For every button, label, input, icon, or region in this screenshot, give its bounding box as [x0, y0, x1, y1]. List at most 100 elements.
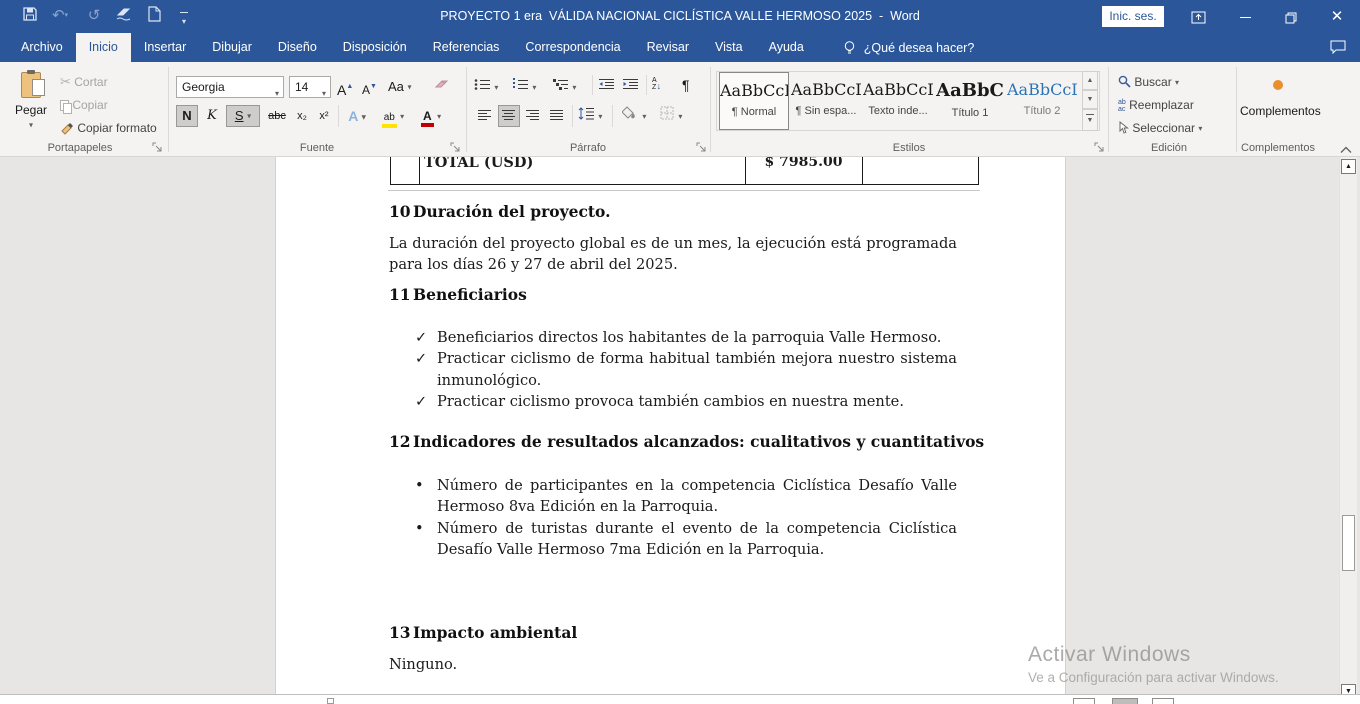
- scroll-up-icon: ▲: [1345, 163, 1352, 170]
- bold-button[interactable]: N: [176, 105, 198, 127]
- style-sin-espaciado[interactable]: AaBbCcD¶ Sin espa...: [791, 72, 861, 130]
- numbering-button[interactable]: ▾: [512, 77, 536, 97]
- scrollbar-thumb[interactable]: [1342, 515, 1355, 571]
- align-right-button[interactable]: [522, 105, 544, 127]
- font-name-combo[interactable]: Georgia▾: [176, 76, 284, 98]
- styles-scroll-down-button[interactable]: ▼: [1082, 90, 1098, 109]
- group-divider: [1108, 67, 1109, 152]
- clear-formatting-button[interactable]: [434, 76, 451, 96]
- text-effects-button[interactable]: A ▾: [344, 105, 370, 127]
- copy-button[interactable]: Copiar: [60, 95, 108, 115]
- italic-button[interactable]: K: [202, 105, 222, 127]
- style-titulo-1[interactable]: AaBbCTítulo 1: [935, 72, 1005, 130]
- ribbon-display-options-button[interactable]: [1175, 0, 1221, 33]
- cut-button[interactable]: ✂ Cortar: [60, 72, 108, 92]
- shading-button[interactable]: ▾: [622, 106, 646, 126]
- styles-scroll-up-button[interactable]: ▲: [1082, 71, 1098, 90]
- clipboard-group-label: Portapapeles: [0, 142, 160, 154]
- replace-label: Reemplazar: [1129, 98, 1194, 112]
- strikethrough-button[interactable]: abc: [264, 105, 290, 127]
- paragraph-dialog-launcher[interactable]: [696, 142, 707, 153]
- style-titulo-2[interactable]: AaBbCcDTítulo 2: [1007, 72, 1077, 130]
- highlight-color-button[interactable]: ab ▾: [376, 105, 410, 127]
- cursor-icon: [1118, 121, 1129, 134]
- paste-button[interactable]: Pegar ▾: [10, 70, 52, 140]
- restore-button[interactable]: [1268, 0, 1314, 33]
- select-button[interactable]: Seleccionar ▾: [1118, 118, 1202, 138]
- minimize-button[interactable]: [1222, 0, 1268, 33]
- superscript-button[interactable]: x²: [314, 105, 334, 127]
- read-mode-button[interactable]: [1073, 698, 1095, 704]
- style-texto-independiente[interactable]: AaBbCcDTexto inde...: [863, 72, 933, 130]
- tab-diseno[interactable]: Diseño: [265, 33, 330, 62]
- numbering-dropdown-icon: ▾: [532, 83, 536, 92]
- style-normal[interactable]: AaBbCcD¶ Normal: [719, 72, 789, 130]
- format-painter-button[interactable]: Copiar formato: [60, 118, 157, 138]
- tab-dibujar[interactable]: Dibujar: [199, 33, 265, 62]
- table-outer-border: [388, 190, 980, 191]
- vertical-scrollbar[interactable]: ▲ ▼: [1339, 157, 1357, 694]
- bullets-icon: [474, 78, 491, 91]
- tab-vista[interactable]: Vista: [702, 33, 756, 62]
- bullets-button[interactable]: ▾: [474, 77, 498, 97]
- styles-more-button[interactable]: ▼: [1082, 109, 1098, 131]
- decrease-indent-button[interactable]: [598, 77, 615, 97]
- web-layout-button[interactable]: [1152, 698, 1174, 704]
- sign-in-button[interactable]: Inic. ses.: [1102, 6, 1164, 27]
- scroll-up-button[interactable]: ▲: [1341, 159, 1356, 174]
- tab-correspondencia[interactable]: Correspondencia: [512, 33, 633, 62]
- font-size-combo[interactable]: 14▾: [289, 76, 331, 98]
- bold-icon: N: [182, 108, 191, 123]
- subscript-button[interactable]: x₂: [292, 105, 312, 127]
- addins-button[interactable]: Complementos: [1240, 70, 1316, 140]
- font-color-button[interactable]: A ▾: [414, 105, 448, 127]
- line-spacing-button[interactable]: ▾: [578, 106, 602, 126]
- close-button[interactable]: ✕: [1314, 0, 1360, 33]
- underline-button[interactable]: S ▾: [226, 105, 260, 127]
- clipboard-dialog-launcher[interactable]: [152, 142, 163, 153]
- tab-referencias[interactable]: Referencias: [420, 33, 513, 62]
- bullet-icon: •: [415, 475, 424, 496]
- increase-indent-icon: [622, 78, 639, 91]
- styles-dialog-launcher[interactable]: [1094, 142, 1105, 153]
- find-button[interactable]: Buscar ▾: [1118, 72, 1179, 92]
- collapse-ribbon-button[interactable]: [1340, 143, 1352, 157]
- grow-font-button[interactable]: A▲: [337, 77, 353, 97]
- check-icon: ✓: [415, 391, 427, 412]
- bullets-dropdown-icon: ▾: [494, 83, 498, 92]
- align-center-button[interactable]: [498, 105, 520, 127]
- tab-inicio[interactable]: Inicio: [76, 33, 131, 62]
- borders-button[interactable]: ▾: [660, 106, 682, 126]
- replace-button[interactable]: abac Reemplazar: [1118, 95, 1194, 115]
- tab-disposicion[interactable]: Disposición: [330, 33, 420, 62]
- tab-archivo[interactable]: Archivo: [8, 33, 76, 62]
- check-list-item: ✓Practicar ciclismo de forma habitual ta…: [389, 348, 957, 391]
- sort-button[interactable]: AZ↓: [652, 75, 661, 95]
- ribbon-display-options-icon: [1191, 11, 1206, 24]
- align-left-button[interactable]: [474, 105, 496, 127]
- styles-group-label: Estilos: [710, 142, 1108, 154]
- document-page[interactable]: TOTAL (USD) $ 7985.00 10Duración del pro…: [275, 157, 1066, 694]
- highlight-icon: ab: [382, 113, 397, 128]
- find-label: Buscar: [1134, 75, 1171, 89]
- show-marks-button[interactable]: ¶: [682, 75, 690, 95]
- tab-insertar[interactable]: Insertar: [131, 33, 199, 62]
- shading-icon: [622, 106, 639, 120]
- tab-ayuda[interactable]: Ayuda: [756, 33, 817, 62]
- style-name: ¶ Sin espa...: [791, 105, 861, 117]
- close-icon: ✕: [1331, 8, 1344, 25]
- addins-group-label: Complementos: [1232, 142, 1324, 154]
- increase-indent-button[interactable]: [622, 77, 639, 97]
- multilevel-list-button[interactable]: ▾: [552, 77, 576, 97]
- feedback-button[interactable]: [1330, 40, 1346, 59]
- shrink-font-icon: A: [362, 83, 370, 97]
- change-case-button[interactable]: Aa ▾: [388, 77, 412, 97]
- justify-button[interactable]: [546, 105, 568, 127]
- tell-me-box[interactable]: ¿Qué desea hacer?: [843, 33, 975, 62]
- tab-revisar[interactable]: Revisar: [634, 33, 702, 62]
- font-dialog-launcher[interactable]: [450, 142, 461, 153]
- align-left-icon: [477, 109, 492, 122]
- scroll-down-button[interactable]: ▼: [1341, 684, 1356, 694]
- shrink-font-button[interactable]: A▼: [362, 77, 377, 97]
- print-layout-button[interactable]: [1112, 698, 1138, 704]
